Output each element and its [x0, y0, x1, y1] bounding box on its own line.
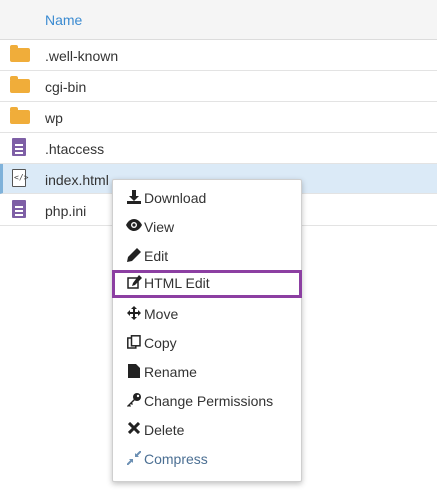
table-row[interactable]: .htaccess [0, 133, 437, 164]
file-name[interactable]: wp [45, 110, 63, 126]
file-name[interactable]: php.ini [45, 203, 86, 219]
menu-item-delete[interactable]: Delete [113, 417, 301, 445]
file-icon [126, 364, 142, 380]
menu-item-html-edit[interactable]: HTML Edit [112, 270, 302, 298]
pencil-icon [126, 248, 142, 264]
document-icon [10, 200, 30, 219]
file-list-table: Name .well-known cgi-bin wp .htaccess </… [0, 0, 437, 226]
menu-item-change-permissions[interactable]: Change Permissions [113, 388, 301, 416]
menu-item-move[interactable]: Move [113, 301, 301, 329]
compress-icon [126, 450, 142, 467]
table-header: Name [0, 0, 437, 40]
menu-item-copy[interactable]: Copy [113, 330, 301, 358]
file-name[interactable]: .htaccess [45, 141, 104, 157]
eye-icon [126, 219, 142, 235]
file-name[interactable]: cgi-bin [45, 79, 86, 95]
file-name[interactable]: .well-known [45, 48, 118, 64]
x-icon [126, 421, 142, 438]
code-file-icon: </> [10, 169, 30, 188]
table-row[interactable]: cgi-bin [0, 71, 437, 102]
document-icon [10, 138, 30, 157]
edit-square-icon [126, 275, 142, 291]
context-menu: Download View Edit HTML Edit Move Copy R… [112, 179, 302, 482]
folder-icon [10, 45, 30, 64]
menu-item-rename[interactable]: Rename [113, 359, 301, 387]
folder-icon [10, 107, 30, 126]
copy-icon [126, 335, 142, 351]
move-arrows-icon [126, 306, 142, 322]
key-icon [126, 393, 142, 409]
name-column-header[interactable]: Name [45, 12, 82, 28]
folder-icon [10, 76, 30, 95]
menu-item-compress[interactable]: Compress [113, 446, 301, 474]
download-icon [126, 190, 142, 206]
table-row[interactable]: wp [0, 102, 437, 133]
menu-item-edit[interactable]: Edit [113, 243, 301, 271]
menu-item-download[interactable]: Download [113, 185, 301, 213]
file-name[interactable]: index.html [45, 172, 109, 188]
table-row[interactable]: .well-known [0, 40, 437, 71]
menu-item-view[interactable]: View [113, 214, 301, 242]
